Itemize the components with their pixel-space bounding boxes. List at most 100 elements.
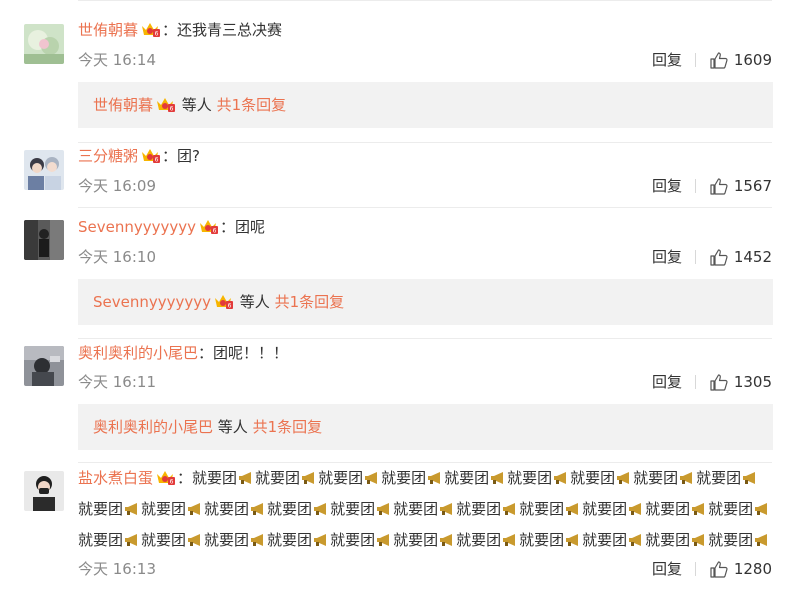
reply-button[interactable]: 回复 xyxy=(652,176,682,196)
comment-text-segment: 就要团 xyxy=(141,531,187,549)
username-link[interactable]: Sevennyyyyyyy xyxy=(78,218,196,236)
like-count: 1567 xyxy=(733,177,772,195)
comment-text-segment: 就要团 xyxy=(456,531,502,549)
thumbs-up-icon xyxy=(710,177,728,195)
sub-replies-box[interactable]: 世侑朝暮 6 等人 共1条回复 xyxy=(78,82,773,128)
avatar[interactable] xyxy=(24,471,64,511)
loudspeaker-icon xyxy=(629,503,642,515)
meta-separator xyxy=(695,179,696,193)
like-button[interactable]: 1609 xyxy=(710,50,772,70)
loudspeaker-icon xyxy=(377,534,390,546)
comment-text-segment: 就要团 xyxy=(633,469,679,487)
username-link[interactable]: 奥利奥利的小尾巴 xyxy=(78,344,198,362)
vip-crown-icon: 6 xyxy=(139,20,161,38)
sub-reply-mid: 等人 xyxy=(235,293,275,311)
comment-text-segment: 就要团 xyxy=(141,500,187,518)
comment-text-segment: 就要团 xyxy=(393,531,439,549)
reply-button[interactable]: 回复 xyxy=(652,372,682,392)
like-count: 1452 xyxy=(733,248,772,266)
comment-text-segment: 就要团 xyxy=(456,500,502,518)
sub-reply-username[interactable]: Sevennyyyyyyy xyxy=(93,293,211,311)
loudspeaker-icon xyxy=(503,534,516,546)
loudspeaker-icon xyxy=(314,534,327,546)
vip-crown-icon: 6 xyxy=(154,468,176,486)
loudspeaker-icon xyxy=(566,534,579,546)
vip-crown-icon: 6 xyxy=(197,217,219,235)
comment-text-segment: 就要团 xyxy=(708,500,754,518)
thumbs-up-icon xyxy=(710,560,728,578)
comment-text-segment: 就要团 xyxy=(582,500,628,518)
timestamp: 今天 16:13 xyxy=(78,560,156,578)
loudspeaker-icon xyxy=(692,503,705,515)
like-button[interactable]: 1280 xyxy=(710,559,772,579)
meta-separator xyxy=(695,375,696,389)
comment-divider xyxy=(78,207,772,208)
loudspeaker-icon xyxy=(302,472,315,484)
comment-text-segment: 就要团 xyxy=(78,531,124,549)
separator: ： xyxy=(162,147,178,165)
separator: ： xyxy=(162,21,178,39)
comment-text-segment: 就要团 xyxy=(381,469,427,487)
reply-button[interactable]: 回复 xyxy=(652,559,682,579)
loudspeaker-icon xyxy=(743,472,756,484)
sub-reply-username[interactable]: 奥利奥利的小尾巴 xyxy=(93,418,213,436)
avatar[interactable] xyxy=(24,150,64,190)
like-button[interactable]: 1567 xyxy=(710,176,772,196)
sub-reply-mid: 等人 xyxy=(177,96,217,114)
sub-replies-box[interactable]: Sevennyyyyyyy 6 等人 共1条回复 xyxy=(78,279,773,325)
comment-text: 团呢 xyxy=(235,218,266,236)
top-divider xyxy=(78,0,772,1)
loudspeaker-icon xyxy=(680,472,693,484)
loudspeaker-icon xyxy=(377,503,390,515)
meta-separator xyxy=(695,53,696,67)
comment-text-segment: 就要团 xyxy=(393,500,439,518)
comment-text-segment: 就要团 xyxy=(519,500,565,518)
sub-reply-count-link[interactable]: 共1条回复 xyxy=(275,293,345,311)
loudspeaker-icon xyxy=(440,503,453,515)
vip-crown-icon: 6 xyxy=(212,292,234,310)
separator: ： xyxy=(198,344,214,362)
avatar[interactable] xyxy=(24,346,64,386)
timestamp: 今天 16:11 xyxy=(78,373,156,391)
reply-button[interactable]: 回复 xyxy=(652,247,682,267)
loudspeaker-icon xyxy=(428,472,441,484)
username-link[interactable]: 世侑朝暮 xyxy=(78,21,138,39)
loudspeaker-icon xyxy=(566,503,579,515)
reply-button[interactable]: 回复 xyxy=(652,50,682,70)
svg-text:6: 6 xyxy=(155,31,159,38)
comment-text-segment: 就要团 xyxy=(267,500,313,518)
like-button[interactable]: 1452 xyxy=(710,247,772,267)
svg-text:6: 6 xyxy=(228,303,232,310)
sub-replies-box[interactable]: 奥利奥利的小尾巴 等人 共1条回复 xyxy=(78,404,773,450)
loudspeaker-icon xyxy=(125,534,138,546)
loudspeaker-icon xyxy=(554,472,567,484)
loudspeaker-icon xyxy=(314,503,327,515)
loudspeaker-icon xyxy=(239,472,252,484)
loudspeaker-icon xyxy=(251,503,264,515)
comment-text-segment: 就要团 xyxy=(507,469,553,487)
sub-reply-count-link[interactable]: 共1条回复 xyxy=(217,96,287,114)
username-link[interactable]: 三分糖粥 xyxy=(78,147,138,165)
comment-text-segment: 就要团 xyxy=(330,500,376,518)
avatar[interactable] xyxy=(24,220,64,260)
comment-meta: 今天 16:10 回复 1452 xyxy=(78,247,772,267)
loudspeaker-icon xyxy=(188,503,201,515)
avatar[interactable] xyxy=(24,24,64,64)
sub-reply-username[interactable]: 世侑朝暮 xyxy=(93,96,153,114)
comment-text-segment: 就要团 xyxy=(204,500,250,518)
like-count: 1280 xyxy=(733,560,772,578)
sub-reply-mid: 等人 xyxy=(213,418,253,436)
loudspeaker-icon xyxy=(365,472,378,484)
comment-text: 团呢！！！ xyxy=(213,344,289,362)
thumbs-up-icon xyxy=(710,248,728,266)
thumbs-up-icon xyxy=(710,51,728,69)
sub-reply-count-link[interactable]: 共1条回复 xyxy=(253,418,323,436)
username-link[interactable]: 盐水煮白蛋 xyxy=(78,469,153,487)
loudspeaker-icon xyxy=(629,534,642,546)
like-button[interactable]: 1305 xyxy=(710,372,772,392)
comment-text-segment: 就要团 xyxy=(318,469,364,487)
loudspeaker-icon xyxy=(440,534,453,546)
timestamp: 今天 16:14 xyxy=(78,51,156,69)
separator: ： xyxy=(177,469,193,487)
meta-separator xyxy=(695,562,696,576)
